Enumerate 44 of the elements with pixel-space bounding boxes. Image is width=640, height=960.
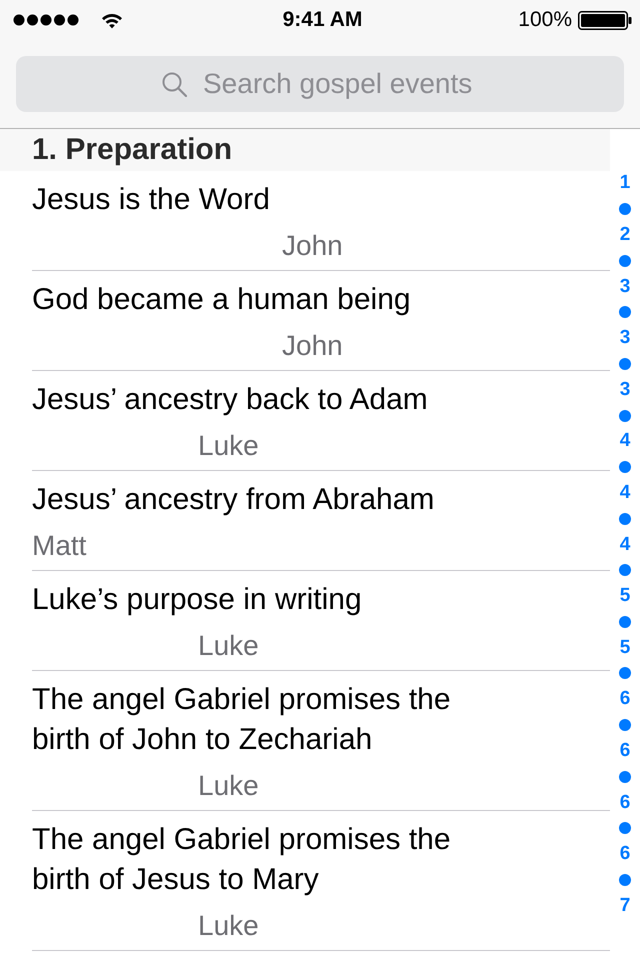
event-row[interactable]: Luke’s purpose in writing Luke <box>32 571 610 671</box>
event-row[interactable]: The angel Gabriel promises the birth of Jesus to Mary Luke <box>32 811 610 951</box>
gospel-name: Matt <box>32 531 86 561</box>
index-letter[interactable]: 5 <box>620 634 630 661</box>
event-row[interactable]: Jesus’ ancestry back to Adam Luke <box>32 371 610 471</box>
gospel-name: Luke <box>198 431 259 461</box>
index-letter[interactable]: 6 <box>620 841 630 867</box>
section-title: 1. Preparation <box>32 132 232 168</box>
index-letter[interactable]: 7 <box>620 892 630 919</box>
event-title: The angel Gabriel promises the birth of Jesus to Mary <box>32 822 452 898</box>
event-title: Jesus is the Word <box>32 182 270 218</box>
gospel-name: Luke <box>198 911 259 941</box>
battery-percent: 100% <box>518 8 572 32</box>
event-title: The angel Gabriel promises the birth of John to Zechariah <box>32 682 452 758</box>
index-letter[interactable]: 4 <box>620 480 630 506</box>
event-title: God became a human being <box>32 282 411 318</box>
index-letter[interactable]: 4 <box>620 428 630 454</box>
gospel-name: Luke <box>198 631 259 661</box>
index-letter[interactable]: 4 <box>620 532 630 558</box>
index-letter[interactable]: 3 <box>620 376 630 403</box>
event-row[interactable]: Jesus’ ancestry from Abraham Matt <box>32 471 610 571</box>
gospel-name: Luke <box>198 771 259 801</box>
gospel-name: John <box>282 331 343 361</box>
event-row[interactable]: The angel Gabriel promises the birth of John to Zechariah Luke <box>32 671 610 811</box>
battery-icon <box>578 10 632 30</box>
index-letter[interactable]: 5 <box>620 583 630 609</box>
event-title: Luke’s purpose in writing <box>32 582 362 618</box>
event-row[interactable]: Jesus is the Word John <box>32 171 610 271</box>
signal-strength-icon <box>13 14 79 26</box>
event-title: Jesus’ ancestry back to Adam <box>32 382 428 418</box>
index-letter[interactable]: 3 <box>620 325 630 352</box>
wifi-icon <box>101 12 123 28</box>
index-letter[interactable]: 6 <box>620 686 630 712</box>
index-letter[interactable]: 1 <box>620 170 630 196</box>
gospel-name: John <box>282 231 343 261</box>
index-letter[interactable]: 6 <box>620 738 630 764</box>
index-letter[interactable]: 2 <box>620 222 630 248</box>
index-letter[interactable]: 6 <box>620 790 630 816</box>
status-time: 9:41 AM <box>282 8 362 32</box>
event-row[interactable]: God became a human being John <box>32 271 610 371</box>
search-icon <box>162 72 187 96</box>
search-field[interactable]: Search gospel events <box>16 56 624 112</box>
index-letter[interactable]: 3 <box>620 274 630 300</box>
event-title: Jesus’ ancestry from Abraham <box>32 482 434 518</box>
